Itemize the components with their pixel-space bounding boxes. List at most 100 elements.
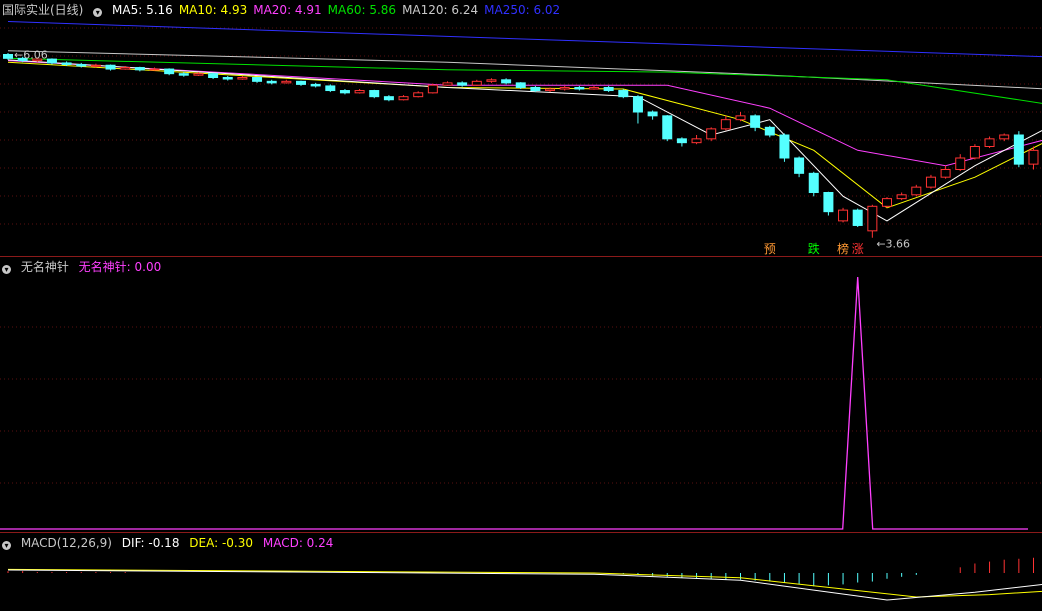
candle[interactable] bbox=[647, 110, 658, 120]
candle-body bbox=[120, 67, 131, 70]
ma-legend-item: MA10: 4.93 bbox=[178, 3, 248, 17]
candle[interactable] bbox=[911, 184, 922, 197]
indicator-panel[interactable]: ▾ 无名神针 无名神针: 0.00 bbox=[0, 256, 1042, 532]
candle[interactable] bbox=[398, 95, 409, 101]
candle[interactable] bbox=[838, 207, 849, 223]
candle-body bbox=[193, 73, 204, 76]
candle[interactable] bbox=[383, 95, 394, 102]
candle-body bbox=[779, 134, 790, 159]
candle[interactable] bbox=[925, 174, 936, 189]
ma-legend-item: MA60: 5.86 bbox=[327, 3, 397, 17]
candle[interactable] bbox=[296, 80, 306, 86]
candle[interactable] bbox=[486, 78, 497, 83]
candle[interactable] bbox=[354, 89, 365, 94]
candle[interactable] bbox=[779, 133, 790, 162]
candle-body bbox=[589, 86, 599, 90]
candle-body bbox=[984, 138, 995, 147]
candle[interactable] bbox=[413, 91, 424, 98]
kline-panel[interactable]: 国际实业(日线) ▾ MA5: 5.16 MA10: 4.93 MA20: 4.91… bbox=[0, 0, 1042, 256]
candle-body bbox=[911, 186, 922, 196]
candle[interactable] bbox=[706, 127, 717, 142]
candle[interactable] bbox=[632, 95, 643, 124]
candle[interactable] bbox=[589, 85, 599, 90]
candle-body bbox=[325, 85, 336, 92]
candle[interactable] bbox=[237, 75, 248, 80]
candle[interactable] bbox=[735, 112, 746, 122]
candle[interactable] bbox=[676, 137, 687, 147]
candle[interactable] bbox=[208, 72, 219, 80]
candle[interactable] bbox=[867, 204, 878, 238]
candle[interactable] bbox=[369, 89, 380, 99]
candle[interactable] bbox=[339, 89, 350, 95]
candle-body bbox=[764, 126, 775, 136]
candle[interactable] bbox=[164, 68, 175, 76]
candle[interactable] bbox=[969, 144, 980, 160]
candle[interactable] bbox=[1028, 146, 1039, 170]
candle[interactable] bbox=[222, 75, 233, 81]
candle-body bbox=[515, 82, 526, 88]
candle[interactable] bbox=[442, 81, 453, 86]
candle-body bbox=[296, 80, 306, 85]
candle-body bbox=[750, 115, 761, 128]
signal-label: 涨 bbox=[852, 241, 864, 256]
signal-label: 预 bbox=[764, 242, 776, 256]
candle-body bbox=[808, 172, 819, 193]
candle[interactable] bbox=[720, 115, 731, 131]
candle-body bbox=[3, 54, 13, 59]
candle[interactable] bbox=[984, 136, 995, 149]
candle[interactable] bbox=[3, 52, 13, 60]
macd-panel[interactable]: ▾ MACD(12,26,9) DIF: -0.18 DEA: -0.30 MA… bbox=[0, 532, 1042, 611]
candle-body bbox=[339, 90, 350, 94]
high-price-label: ←6.06 bbox=[14, 49, 48, 62]
candle[interactable] bbox=[559, 85, 570, 91]
stock-title: 国际实业(日线) bbox=[2, 3, 84, 17]
candle[interactable] bbox=[281, 79, 292, 84]
candle[interactable] bbox=[134, 66, 145, 72]
candle-body bbox=[310, 83, 321, 87]
candle[interactable] bbox=[427, 83, 438, 94]
candle[interactable] bbox=[662, 115, 673, 142]
candle[interactable] bbox=[325, 84, 336, 93]
candle[interactable] bbox=[252, 76, 263, 83]
candle[interactable] bbox=[105, 64, 116, 71]
macd-name: MACD(12,26,9) bbox=[20, 536, 112, 550]
ma-line-ma20 bbox=[7, 60, 1042, 167]
candle[interactable] bbox=[955, 154, 966, 172]
candle[interactable] bbox=[691, 135, 702, 145]
candle[interactable] bbox=[764, 125, 775, 138]
candle[interactable] bbox=[471, 79, 482, 86]
candle[interactable] bbox=[574, 85, 585, 91]
candle[interactable] bbox=[852, 208, 863, 227]
candle[interactable] bbox=[823, 191, 834, 216]
candle[interactable] bbox=[501, 78, 512, 85]
candle-body bbox=[61, 62, 72, 65]
candle-body bbox=[676, 138, 687, 144]
candle[interactable] bbox=[999, 133, 1010, 142]
candle[interactable] bbox=[1013, 131, 1024, 168]
kline-chart[interactable]: ←6.06 ←3.66 预 跌 榜涨 bbox=[0, 0, 1042, 256]
candle[interactable] bbox=[618, 89, 629, 99]
indicator-chart[interactable] bbox=[0, 257, 1042, 531]
candle[interactable] bbox=[896, 192, 907, 201]
candle-body bbox=[632, 96, 643, 113]
candle-body bbox=[720, 119, 731, 130]
candle[interactable] bbox=[515, 82, 526, 89]
candle-body bbox=[545, 88, 556, 92]
ma-legend-item: MA120: 6.24 bbox=[402, 3, 479, 17]
candle[interactable] bbox=[149, 67, 160, 71]
candle-body bbox=[105, 64, 116, 70]
candle[interactable] bbox=[457, 81, 468, 87]
candle-body bbox=[1013, 134, 1024, 165]
candle[interactable] bbox=[808, 171, 819, 197]
candle-body bbox=[383, 96, 394, 101]
settings-icon[interactable]: ▾ bbox=[93, 8, 103, 17]
candle[interactable] bbox=[750, 114, 761, 132]
main-legend: 国际实业(日线) ▾ MA5: 5.16 MA10: 4.93 MA20: 4.91… bbox=[2, 2, 572, 18]
candle[interactable] bbox=[794, 156, 805, 178]
settings-icon[interactable]: ▾ bbox=[2, 541, 11, 550]
candle[interactable] bbox=[603, 85, 614, 93]
candle[interactable] bbox=[882, 197, 892, 208]
candle-body bbox=[178, 73, 189, 76]
settings-icon[interactable]: ▾ bbox=[2, 265, 11, 274]
ma-legend-item: MA5: 5.16 bbox=[112, 3, 173, 17]
